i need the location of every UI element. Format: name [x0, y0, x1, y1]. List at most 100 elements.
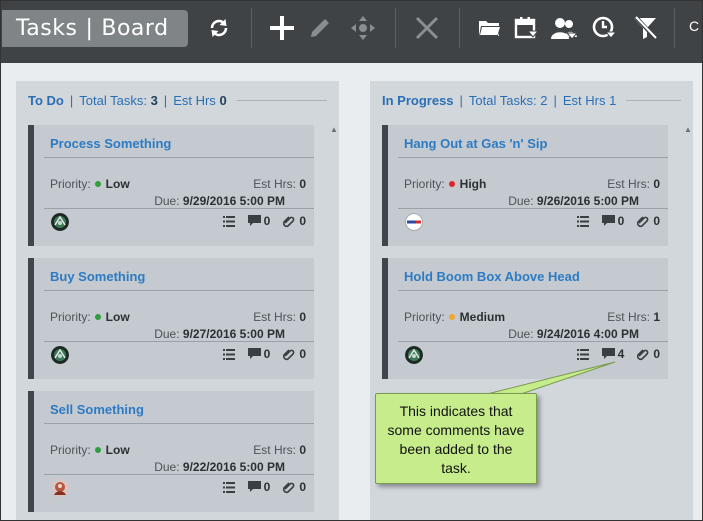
move-icon: [351, 16, 375, 40]
toolbar-overflow-label[interactable]: C: [689, 18, 699, 34]
column-name[interactable]: In Progress: [382, 93, 454, 108]
task-card[interactable]: Hang Out at Gas 'n' Sip Priority: High Es…: [382, 125, 668, 246]
toolbar-divider: [251, 8, 252, 48]
priority-value: Medium: [459, 310, 506, 324]
header-separator: |: [459, 92, 463, 108]
scroll-up-icon[interactable]: ▲: [684, 125, 692, 134]
folder-button[interactable]: [473, 11, 507, 45]
task-card[interactable]: Buy Something Priority: Low Est Hrs: 0 Du…: [28, 258, 314, 379]
avatar[interactable]: [51, 346, 69, 364]
details-button[interactable]: [222, 215, 235, 227]
priority: Priority: Medium: [404, 310, 505, 324]
task-card[interactable]: Hold Boom Box Above Head Priority: Medium…: [382, 258, 668, 379]
comments-button[interactable]: 0: [247, 347, 270, 361]
estimate: Est Hrs: 0: [253, 177, 306, 191]
total-tasks-label: Total Tasks:: [79, 92, 147, 108]
task-title[interactable]: Buy Something: [50, 269, 145, 284]
attachment-count: 0: [299, 347, 306, 361]
details-button[interactable]: [222, 348, 235, 360]
clock-icon: [592, 16, 617, 39]
view-title[interactable]: Tasks | Board: [2, 10, 188, 47]
scrollbar[interactable]: ▲: [329, 125, 339, 520]
comment-count: 0: [617, 214, 625, 228]
due-label: Due:: [154, 194, 180, 208]
task-title[interactable]: Hold Boom Box Above Head: [404, 269, 580, 284]
paperclip-icon: [283, 215, 295, 227]
task-card[interactable]: Process Something Priority: Low Est Hrs: …: [28, 125, 314, 246]
comments-button[interactable]: 4: [601, 347, 625, 361]
card-list: Hang Out at Gas 'n' Sip Priority: High Es…: [382, 125, 680, 391]
comments-button[interactable]: 0: [247, 214, 270, 228]
edit-button[interactable]: [303, 11, 337, 45]
details-button[interactable]: [576, 348, 589, 360]
move-button[interactable]: [346, 11, 380, 45]
app-window: Tasks | Board C To Do | Total Tasks: 3 |…: [0, 0, 703, 521]
comments-button[interactable]: 0: [601, 214, 625, 228]
task-title[interactable]: Hang Out at Gas 'n' Sip: [404, 136, 547, 151]
est-value: 0: [299, 443, 306, 457]
estimate: Est Hrs: 0: [253, 310, 306, 324]
card-divider: [398, 157, 668, 158]
attachments-button[interactable]: 0: [283, 214, 306, 228]
est-hrs-label: Est Hrs: [173, 92, 216, 108]
avatar[interactable]: [405, 213, 423, 231]
users-icon: [551, 18, 578, 40]
attachments-button[interactable]: 0: [637, 214, 660, 228]
avatar[interactable]: [51, 213, 69, 231]
refresh-button[interactable]: [202, 11, 236, 45]
attachments-button[interactable]: 0: [283, 480, 306, 494]
details-button[interactable]: [576, 215, 589, 227]
priority-label: Priority:: [50, 177, 91, 191]
priority-label: Priority:: [404, 310, 445, 324]
delete-button[interactable]: [410, 11, 444, 45]
comment-count: 4: [617, 347, 625, 361]
calendar-button[interactable]: [509, 11, 543, 45]
attachment-count: 0: [653, 214, 660, 228]
due-date: Due: 9/22/2016 5:00 PM: [154, 460, 285, 474]
avatar-red-icon: [51, 479, 69, 497]
due-label: Due:: [508, 194, 534, 208]
scrollbar[interactable]: ▲: [683, 125, 693, 520]
priority: Priority: Low: [50, 310, 130, 324]
details-button[interactable]: [222, 481, 235, 493]
comment-icon: [247, 348, 261, 359]
priority-dot-icon: [94, 447, 101, 454]
clock-button[interactable]: [587, 11, 621, 45]
header-separator: |: [69, 92, 74, 108]
header-separator: |: [163, 92, 168, 108]
clear-filter-icon: [633, 15, 658, 41]
attachments-button[interactable]: 0: [283, 347, 306, 361]
comment-icon: [601, 348, 615, 359]
priority-label: Priority:: [50, 443, 91, 457]
column-name[interactable]: To Do: [28, 93, 64, 108]
paperclip-icon: [283, 481, 295, 493]
task-title[interactable]: Sell Something: [50, 402, 144, 417]
est-hrs-label: Est Hrs: [562, 92, 606, 108]
add-button[interactable]: [265, 11, 299, 45]
due-value: 9/29/2016 5:00 PM: [182, 194, 285, 208]
scroll-up-icon[interactable]: ▲: [330, 125, 338, 134]
est-label: Est Hrs:: [607, 310, 650, 324]
est-label: Est Hrs:: [253, 443, 296, 457]
est-hrs-value: 1: [609, 92, 617, 108]
est-hrs-value: 0: [219, 92, 227, 108]
due-date: Due: 9/29/2016 5:00 PM: [154, 194, 285, 208]
priority-label: Priority:: [50, 310, 91, 324]
est-value: 0: [653, 177, 660, 191]
avatar[interactable]: [51, 479, 69, 497]
avatar-green-icon: [51, 213, 69, 231]
priority: Priority: Low: [50, 443, 130, 457]
attachments-button[interactable]: 0: [637, 347, 660, 361]
list-icon: [222, 348, 235, 360]
paperclip-icon: [283, 348, 295, 360]
avatar[interactable]: [405, 346, 423, 364]
users-button[interactable]: [547, 11, 581, 45]
comments-button[interactable]: 0: [247, 480, 271, 494]
clear-filter-button[interactable]: [628, 11, 662, 45]
task-card[interactable]: Sell Something Priority: Low Est Hrs: 0 D…: [28, 391, 314, 512]
task-meta: 0 0: [222, 347, 306, 361]
comment-icon: [601, 215, 615, 226]
task-title[interactable]: Process Something: [50, 136, 171, 151]
priority-dot-icon: [94, 314, 101, 321]
comment-count: 0: [263, 480, 271, 494]
